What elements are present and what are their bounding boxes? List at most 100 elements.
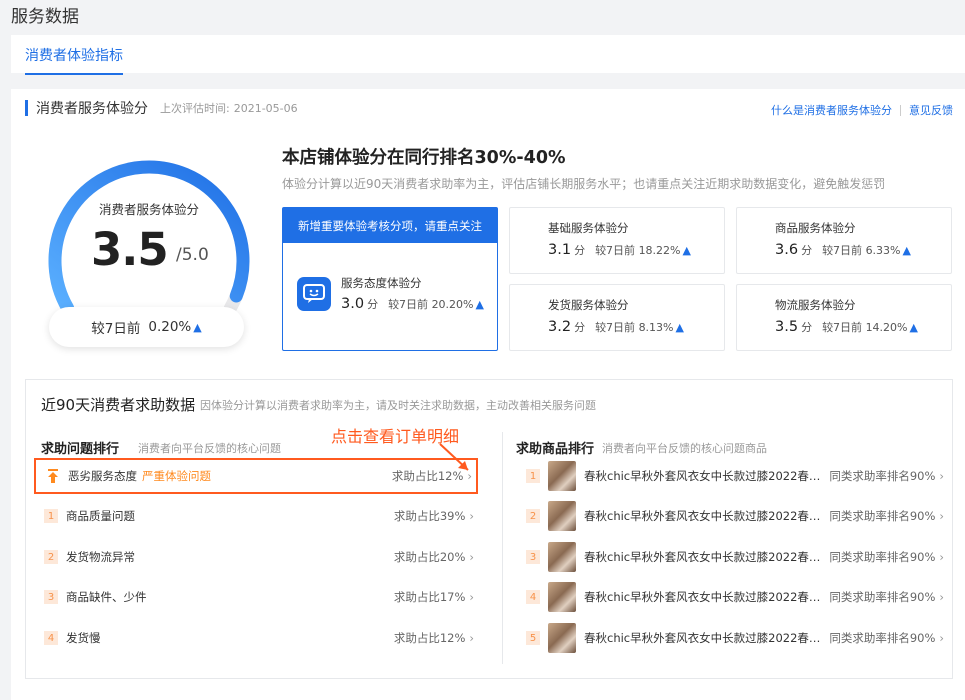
product-row[interactable]: 2 春秋chic早秋外套风衣女中长款过膝2022春秋... 同类求助率排名90%… bbox=[516, 498, 948, 534]
product-row[interactable]: 3 春秋chic早秋外套风衣女中长款过膝2022春秋... 同类求助率排名90%… bbox=[516, 539, 948, 575]
chevron-right-icon: › bbox=[939, 469, 944, 483]
rank-badge: 1 bbox=[44, 509, 58, 523]
problem-ratio: 求助占比12% › bbox=[392, 468, 472, 484]
product-thumbnail bbox=[548, 582, 576, 612]
problem-rank-subtitle: 消费者向平台反馈的核心问题 bbox=[138, 442, 281, 455]
metric-compare: 较7日前 18.22% ▲ bbox=[595, 244, 691, 257]
chevron-right-icon: › bbox=[939, 631, 944, 645]
rank-badge: 3 bbox=[526, 550, 540, 564]
feedback-link[interactable]: 意见反馈 bbox=[909, 102, 953, 118]
metric-card-shipping[interactable]: 发货服务体验分 3.2 分较7日前 8.13% ▲ bbox=[509, 284, 725, 351]
metric-card-basic[interactable]: 基础服务体验分 3.1 分较7日前 18.22% ▲ bbox=[509, 207, 725, 274]
problem-row[interactable]: 3 商品缺件、少件 求助占比17% › bbox=[34, 579, 478, 615]
metric-score-value: 3.6 bbox=[775, 242, 799, 258]
problem-ratio-value: 求助占比12% bbox=[391, 469, 464, 483]
product-rank-subtitle: 消费者向平台反馈的核心问题商品 bbox=[602, 442, 767, 455]
chat-face-icon bbox=[297, 277, 331, 311]
product-stat: 同类求助率排名90% › bbox=[829, 468, 944, 484]
metric-compare-value: 18.22% bbox=[638, 244, 681, 257]
arrow-up-icon: ▲ bbox=[682, 244, 691, 257]
page-title: 服务数据 bbox=[11, 7, 79, 27]
problem-label: 商品缺件、少件 bbox=[66, 590, 147, 604]
problem-row[interactable]: 4 发货慢 求助占比12% › bbox=[34, 620, 478, 656]
product-stat-value: 同类求助率排名90% bbox=[829, 550, 936, 564]
help-subtitle: 因体验分计算以消费者求助率为主，请及时关注求助数据，主动改善相关服务问题 bbox=[200, 399, 596, 412]
rank-badge: 2 bbox=[44, 550, 58, 564]
tab-bar: 消费者体验指标 bbox=[11, 35, 965, 75]
focus-metric-card[interactable]: 新增重要体验考核分项，请重点关注 服务态度体验分 3.0 分较7日前 20.20%… bbox=[282, 207, 498, 351]
product-row[interactable]: 4 春秋chic早秋外套风衣女中长款过膝2022春秋... 同类求助率排名90%… bbox=[516, 579, 948, 615]
focus-compare-value: 20.20% bbox=[431, 298, 474, 311]
problem-label: 商品质量问题 bbox=[66, 509, 135, 523]
product-stat-value: 同类求助率排名90% bbox=[829, 469, 936, 483]
chevron-right-icon: › bbox=[467, 469, 472, 483]
product-stat: 同类求助率排名90% › bbox=[829, 589, 944, 605]
problem-rank-title: 求助问题排行 bbox=[41, 442, 120, 457]
product-stat: 同类求助率排名90% › bbox=[829, 508, 944, 524]
pin-top-icon bbox=[46, 469, 60, 483]
problem-row[interactable]: 2 发货物流异常 求助占比20% › bbox=[34, 539, 478, 575]
help-data-card: 近90天消费者求助数据 因体验分计算以消费者求助率为主，请及时关注求助数据，主动… bbox=[25, 379, 953, 679]
problem-ratio: 求助占比20% › bbox=[394, 549, 474, 565]
chevron-right-icon: › bbox=[469, 550, 474, 564]
problem-ratio: 求助占比17% › bbox=[394, 589, 474, 605]
metric-score: 3.2 分较7日前 8.13% ▲ bbox=[548, 319, 684, 335]
problem-ratio-value: 求助占比12% bbox=[393, 631, 466, 645]
focus-score-unit: 分 bbox=[367, 298, 379, 311]
eval-time-value: 2021-05-06 bbox=[233, 102, 298, 115]
metric-compare-label: 较7日前 bbox=[595, 321, 636, 334]
chevron-right-icon: › bbox=[939, 509, 944, 523]
product-name: 春秋chic早秋外套风衣女中长款过膝2022春秋... bbox=[584, 631, 824, 645]
problem-row-top[interactable]: 恶劣服务态度 严重体验问题 求助占比12% › bbox=[34, 458, 478, 494]
metric-compare: 较7日前 8.13% ▲ bbox=[595, 321, 684, 334]
focus-metric-label: 服务态度体验分 bbox=[341, 276, 422, 290]
product-name: 春秋chic早秋外套风衣女中长款过膝2022春秋... bbox=[584, 469, 824, 483]
metric-compare: 较7日前 14.20% ▲ bbox=[822, 321, 918, 334]
problem-row[interactable]: 1 商品质量问题 求助占比39% › bbox=[34, 498, 478, 534]
metric-score: 3.5 分较7日前 14.20% ▲ bbox=[775, 319, 918, 335]
chevron-right-icon: › bbox=[939, 590, 944, 604]
eval-time-label: 上次评估时间: bbox=[160, 102, 230, 115]
rank-badge: 3 bbox=[44, 590, 58, 604]
metric-unit: 分 bbox=[574, 244, 586, 257]
metric-score: 3.1 分较7日前 18.22% ▲ bbox=[548, 242, 691, 258]
metric-card-product[interactable]: 商品服务体验分 3.6 分较7日前 6.33% ▲ bbox=[736, 207, 952, 274]
metric-compare-label: 较7日前 bbox=[822, 321, 863, 334]
product-name: 春秋chic早秋外套风衣女中长款过膝2022春秋... bbox=[584, 550, 824, 564]
metric-score-value: 3.2 bbox=[548, 319, 572, 335]
problem-ratio-value: 求助占比17% bbox=[393, 590, 466, 604]
help-title: 近90天消费者求助数据 bbox=[41, 396, 196, 414]
product-row[interactable]: 1 春秋chic早秋外套风衣女中长款过膝2022春秋... 同类求助率排名90%… bbox=[516, 458, 948, 494]
link-divider bbox=[900, 104, 901, 116]
product-thumbnail bbox=[548, 501, 576, 531]
tab-consumer-experience[interactable]: 消费者体验指标 bbox=[25, 45, 123, 75]
metric-score: 3.6 分较7日前 6.33% ▲ bbox=[775, 242, 911, 258]
metric-unit: 分 bbox=[801, 321, 813, 334]
problem-ratio-value: 求助占比39% bbox=[393, 509, 466, 523]
what-is-score-link[interactable]: 什么是消费者服务体验分 bbox=[771, 102, 892, 118]
metric-card-logistics[interactable]: 物流服务体验分 3.5 分较7日前 14.20% ▲ bbox=[736, 284, 952, 351]
problem-ratio-value: 求助占比20% bbox=[393, 550, 466, 564]
problem-ratio: 求助占比39% › bbox=[394, 508, 474, 524]
focus-metric-score: 3.0 分较7日前 20.20% ▲ bbox=[341, 296, 484, 312]
chevron-right-icon: › bbox=[469, 509, 474, 523]
problem-ratio: 求助占比12% › bbox=[394, 630, 474, 646]
metric-compare-value: 14.20% bbox=[865, 321, 908, 334]
metric-unit: 分 bbox=[801, 244, 813, 257]
header-links: 什么是消费者服务体验分 意见反馈 bbox=[771, 102, 953, 118]
product-row[interactable]: 5 春秋chic早秋外套风衣女中长款过膝2022春秋... 同类求助率排名90%… bbox=[516, 620, 948, 656]
metric-unit: 分 bbox=[574, 321, 586, 334]
focus-score-value: 3.0 bbox=[341, 296, 365, 312]
gauge-compare-label: 较7日前 bbox=[91, 321, 141, 337]
metric-score-value: 3.1 bbox=[548, 242, 572, 258]
metric-compare-value: 6.33% bbox=[865, 244, 901, 257]
focus-compare: 较7日前 20.20% ▲ bbox=[388, 298, 484, 311]
arrow-up-icon: ▲ bbox=[475, 298, 484, 311]
arrow-up-icon: ▲ bbox=[193, 320, 202, 334]
gauge-label: 消费者服务体验分 bbox=[98, 202, 199, 217]
product-rank-title: 求助商品排行 bbox=[516, 442, 595, 457]
arrow-up-icon: ▲ bbox=[902, 244, 911, 257]
product-stat-value: 同类求助率排名90% bbox=[829, 590, 936, 604]
product-stat: 同类求助率排名90% › bbox=[829, 630, 944, 646]
arrow-up-icon: ▲ bbox=[909, 321, 918, 334]
